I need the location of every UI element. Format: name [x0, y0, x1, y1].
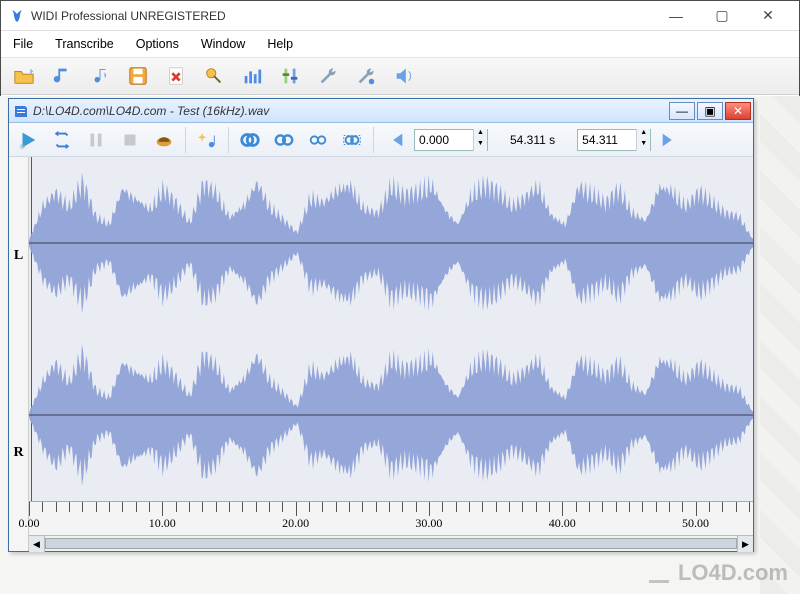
menu-help[interactable]: Help [267, 37, 293, 51]
scroll-left-button[interactable]: ◀ [29, 536, 45, 552]
app-close-button[interactable]: ✕ [745, 1, 791, 31]
menu-options[interactable]: Options [136, 37, 179, 51]
floppy-icon [127, 65, 149, 87]
goto-start-button[interactable] [380, 126, 410, 154]
play-button[interactable] [13, 126, 43, 154]
zoom-h-button[interactable] [303, 126, 333, 154]
site-watermark: LO4D.com [646, 560, 788, 586]
wrench-icon [317, 65, 339, 87]
mdi-workspace: D:\LO4D.com\LO4D.com - Test (16kHz).wav … [0, 96, 800, 594]
transcribe-button[interactable] [192, 126, 222, 154]
pause-icon [85, 129, 107, 151]
zoom-sel-icon [341, 129, 363, 151]
scroll-right-button[interactable]: ▶ [737, 536, 753, 552]
start-position-field[interactable] [415, 131, 473, 149]
duration-label: 54.311 s [510, 133, 555, 147]
ruler-label: 50.00 [682, 516, 709, 531]
wrench-note-icon [355, 65, 377, 87]
start-pos-down[interactable]: ▼ [474, 140, 487, 151]
download-icon [646, 560, 672, 586]
delete-file-icon [165, 65, 187, 87]
sliders-icon [279, 65, 301, 87]
doc-title-text: D:\LO4D.com\LO4D.com - Test (16kHz).wav [33, 104, 669, 118]
loop-icon [51, 129, 73, 151]
end-pos-up[interactable]: ▲ [637, 129, 650, 140]
workspace-background-pattern [760, 96, 800, 594]
bars-icon [241, 65, 263, 87]
menu-file[interactable]: File [13, 37, 33, 51]
play-wave-button[interactable] [47, 62, 77, 90]
speaker-button[interactable] [389, 62, 419, 90]
menu-window[interactable]: Window [201, 37, 245, 51]
left-channel-track[interactable] [29, 157, 753, 329]
ruler-label: 0.00 [19, 516, 40, 531]
tool-button-1[interactable] [313, 62, 343, 90]
doc-minimize-button[interactable]: — [669, 102, 695, 120]
main-toolbar [1, 57, 799, 95]
music-note-icon [51, 65, 73, 87]
app-titlebar: WIDI Professional UNREGISTERED — ▢ ✕ [1, 1, 799, 31]
app-icon [9, 8, 25, 24]
goto-end-button[interactable] [655, 126, 685, 154]
app-title: WIDI Professional UNREGISTERED [31, 9, 226, 23]
open-file-button[interactable] [9, 62, 39, 90]
menu-transcribe[interactable]: Transcribe [55, 37, 114, 51]
save-button[interactable] [123, 62, 153, 90]
doc-close-button[interactable]: ✕ [725, 102, 751, 120]
scrollbar-thumb[interactable] [45, 538, 737, 549]
zoom-both-icon [239, 129, 261, 151]
zoom-sel-button[interactable] [337, 126, 367, 154]
sparkle-note-icon [196, 129, 218, 151]
turtle-icon [153, 129, 175, 151]
waveform-display[interactable] [29, 157, 753, 501]
app-minimize-button[interactable]: — [653, 1, 699, 31]
pause-button[interactable] [81, 126, 111, 154]
loop-button[interactable] [47, 126, 77, 154]
equalizer-button[interactable] [237, 62, 267, 90]
zoom-v-icon [273, 129, 295, 151]
ruler-label: 20.00 [282, 516, 309, 531]
turtle-button[interactable] [149, 126, 179, 154]
ruler-label: 10.00 [149, 516, 176, 531]
skip-left-icon [384, 129, 406, 151]
ruler-label: 40.00 [549, 516, 576, 531]
wave-document-window: D:\LO4D.com\LO4D.com - Test (16kHz).wav … [8, 98, 754, 552]
end-position-field[interactable] [578, 131, 636, 149]
stop-icon [119, 129, 141, 151]
doc-toolbar: ▲▼ 54.311 s ▲▼ [9, 123, 753, 157]
play-icon [17, 129, 39, 151]
channel-labels: L R [9, 157, 29, 551]
tool-button-2[interactable] [351, 62, 381, 90]
start-pos-up[interactable]: ▲ [474, 129, 487, 140]
app-maximize-button[interactable]: ▢ [699, 1, 745, 31]
tuner-button[interactable] [275, 62, 305, 90]
zoom-v-button[interactable] [269, 126, 299, 154]
speaker-icon [393, 65, 415, 87]
time-ruler[interactable]: 0.0010.0020.0030.0040.0050.00 [29, 501, 753, 535]
stop-button[interactable] [115, 126, 145, 154]
doc-titlebar[interactable]: D:\LO4D.com\LO4D.com - Test (16kHz).wav … [9, 99, 753, 123]
skip-right-icon [659, 129, 681, 151]
start-position-input[interactable]: ▲▼ [414, 129, 488, 151]
zoom-both-button[interactable] [235, 126, 265, 154]
pushpin-icon [203, 65, 225, 87]
horizontal-scrollbar[interactable]: ◀ ▶ [29, 535, 753, 551]
ruler-label: 30.00 [415, 516, 442, 531]
menu-bar: File Transcribe Options Window Help [1, 31, 799, 57]
channel-label-left: L [9, 157, 28, 354]
doc-icon [13, 103, 29, 119]
right-channel-track[interactable] [29, 329, 753, 501]
doc-maximize-button[interactable]: ▣ [697, 102, 723, 120]
note-speaker-icon [89, 65, 111, 87]
end-pos-down[interactable]: ▼ [637, 140, 650, 151]
delete-button[interactable] [161, 62, 191, 90]
pin-button[interactable] [199, 62, 229, 90]
zoom-h-icon [307, 129, 329, 151]
end-position-input[interactable]: ▲▼ [577, 129, 651, 151]
play-midi-button[interactable] [85, 62, 115, 90]
folder-open-icon [13, 65, 35, 87]
